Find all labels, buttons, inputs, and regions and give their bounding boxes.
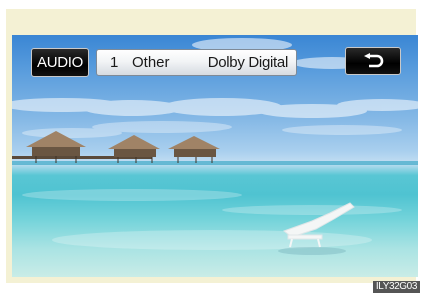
return-arrow-icon [364,53,384,68]
bungalow-3 [168,136,220,163]
audio-track-number: 1 [110,54,119,71]
audio-button[interactable]: AUDIO [31,48,89,77]
figure-code: ILY32G03 [372,281,420,293]
video-screen: AUDIO 1 Other Dolby Digital [12,35,418,277]
audio-format-label: Dolby Digital [207,54,289,71]
audio-language-label: Other [132,54,170,71]
audio-info-bar: 1 Other Dolby Digital [96,49,297,76]
page: AUDIO 1 Other Dolby Digital ILY32G03 [0,0,422,293]
back-button[interactable] [345,47,401,75]
